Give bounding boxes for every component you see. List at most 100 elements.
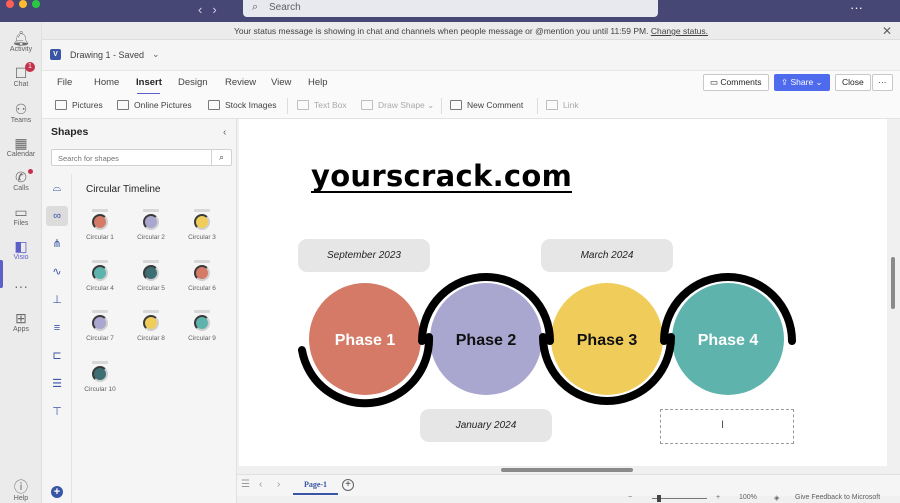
empty-text-box[interactable]	[660, 409, 794, 444]
stencil-stack-icon[interactable]: ≡	[46, 318, 68, 338]
new-comment-icon	[450, 100, 462, 110]
rail-activity[interactable]: 🔔︎ Activity	[0, 30, 42, 53]
chevron-down-icon[interactable]: ⌄	[152, 49, 160, 60]
rail-calendar[interactable]: ▦ Calendar	[0, 135, 42, 158]
stencil-list-icon[interactable]: ☰	[46, 374, 68, 394]
shapes-title: Shapes	[51, 126, 89, 138]
phase-label: Phase 1	[335, 332, 396, 349]
tab-view[interactable]: View	[271, 77, 291, 88]
close-window-button[interactable]	[6, 0, 14, 8]
rail-teams[interactable]: ⚇ Teams	[0, 101, 42, 124]
shape-tile[interactable]: Circular 7	[75, 310, 125, 342]
more-options-button[interactable]: ···	[872, 74, 893, 91]
circular-shape-icon	[92, 214, 108, 230]
back-arrow-icon[interactable]: ‹	[198, 2, 212, 17]
comments-button[interactable]: ▭ Comments	[703, 74, 769, 91]
minimize-window-button[interactable]	[19, 0, 27, 8]
title-bar: ‹› ⌕ Search ···	[0, 0, 900, 22]
banner-text: Your status message is showing in chat a…	[233, 26, 649, 36]
tab-file[interactable]: File	[57, 77, 72, 88]
rail-more[interactable]: ···	[0, 278, 42, 294]
zoom-slider-thumb[interactable]	[657, 495, 661, 502]
shape-tile-label: Circular 3	[188, 234, 216, 241]
rail-files[interactable]: ▭ Files	[0, 204, 42, 227]
change-status-link[interactable]: Change status.	[651, 26, 708, 36]
stencil-hierarchy-icon[interactable]: ⊥	[46, 290, 68, 310]
nav-arrows: ‹›	[198, 2, 227, 17]
stencil-wave-icon[interactable]: ∿	[46, 262, 68, 282]
shape-tile[interactable]: Circular 6	[177, 260, 227, 292]
shape-tile[interactable]: Circular 8	[126, 310, 176, 342]
share-button[interactable]: ⇪ Share ⌄	[774, 74, 830, 91]
draw-shape-label: Draw Shape	[378, 100, 425, 110]
search-placeholder: Search	[269, 2, 301, 13]
rail-apps[interactable]: ⊞ Apps	[0, 310, 42, 333]
zoom-in-button[interactable]: +	[716, 494, 720, 501]
online-pictures-button[interactable]: Online Pictures	[117, 100, 192, 110]
search-icon[interactable]: ⌕	[211, 150, 231, 165]
document-title[interactable]: Drawing 1 - Saved	[70, 50, 144, 60]
shape-tile[interactable]: Circular 4	[75, 260, 125, 292]
zoom-level[interactable]: 100%	[739, 494, 757, 501]
search-input[interactable]: ⌕ Search	[243, 0, 658, 17]
vertical-scrollbar[interactable]	[891, 257, 895, 309]
link-button[interactable]: Link	[546, 100, 579, 110]
tab-review[interactable]: Review	[225, 77, 256, 88]
feedback-link[interactable]: Give Feedback to Microsoft	[795, 494, 880, 501]
bell-icon: 🔔︎	[12, 30, 30, 46]
tab-help[interactable]: Help	[308, 77, 328, 88]
more-icon: ···	[878, 77, 887, 87]
maximize-window-button[interactable]	[32, 0, 40, 8]
fit-page-icon[interactable]: ◈	[774, 494, 779, 502]
shape-thumb-caption	[92, 361, 108, 364]
help-icon: ⓘ	[14, 479, 28, 495]
next-page-icon[interactable]: ›	[277, 479, 280, 490]
forward-arrow-icon[interactable]: ›	[212, 2, 226, 17]
shape-tile[interactable]: Circular 1	[75, 209, 125, 241]
shape-tile[interactable]: Circular 2	[126, 209, 176, 241]
rail-chat[interactable]: ☐ 1 Chat	[0, 62, 42, 88]
rail-visio[interactable]: ◧ Visio	[0, 238, 42, 261]
shape-tile[interactable]: Circular 10	[75, 361, 125, 393]
horizontal-scrollbar[interactable]	[501, 468, 633, 472]
stencil-tree-icon[interactable]: ⋔	[46, 234, 68, 254]
draw-shape-icon	[361, 100, 373, 110]
link-icon	[546, 100, 558, 110]
shape-tile[interactable]: Circular 5	[126, 260, 176, 292]
pictures-button[interactable]: Pictures	[55, 100, 103, 110]
shape-tile[interactable]: Circular 3	[177, 209, 227, 241]
insert-toolbar: Pictures Online Pictures Stock Images Te…	[42, 94, 900, 119]
new-comment-button[interactable]: New Comment	[450, 100, 523, 110]
divider	[441, 98, 442, 114]
rail-calls[interactable]: ✆ Calls	[0, 169, 42, 192]
page-tab[interactable]: Page-1	[293, 475, 338, 495]
shape-tile-label: Circular 5	[137, 285, 165, 292]
shape-tile[interactable]: Circular 9	[177, 310, 227, 342]
shape-search-input[interactable]	[52, 151, 202, 166]
tab-home[interactable]: Home	[94, 77, 119, 88]
close-button[interactable]: Close	[835, 74, 871, 91]
close-icon[interactable]: ✕	[882, 22, 892, 40]
stencil-gauge-icon[interactable]: ⌓	[46, 178, 68, 198]
chevron-left-icon[interactable]: ‹	[223, 127, 226, 138]
tab-design[interactable]: Design	[178, 77, 208, 88]
online-pictures-label: Online Pictures	[134, 100, 192, 110]
rail-label: Activity	[9, 46, 33, 53]
add-stencil-icon[interactable]: +	[51, 486, 63, 498]
draw-shape-button[interactable]: Draw Shape ⌄	[361, 100, 434, 111]
text-box-button[interactable]: Text Box	[297, 100, 347, 110]
tab-insert[interactable]: Insert	[136, 77, 162, 88]
stock-images-button[interactable]: Stock Images	[208, 100, 277, 110]
rail-help[interactable]: ⓘ Help	[0, 479, 42, 502]
stencil-circular-timeline-icon[interactable]: ∞	[46, 206, 68, 226]
stencil-org-chart-icon[interactable]: ⊤	[46, 402, 68, 422]
stencil-steps-icon[interactable]: ⊏	[46, 346, 68, 366]
zoom-out-button[interactable]: −	[628, 494, 632, 501]
drawing-page[interactable]: yourscrack.com September 2023 March 2024…	[239, 119, 887, 466]
status-banner: Your status message is showing in chat a…	[42, 22, 900, 40]
page-list-icon[interactable]: ☰	[241, 479, 250, 490]
add-page-icon[interactable]: +	[342, 479, 354, 491]
prev-page-icon[interactable]: ‹	[259, 479, 262, 490]
more-options-icon[interactable]: ···	[850, 0, 863, 15]
rail-label: Calls	[13, 185, 29, 192]
